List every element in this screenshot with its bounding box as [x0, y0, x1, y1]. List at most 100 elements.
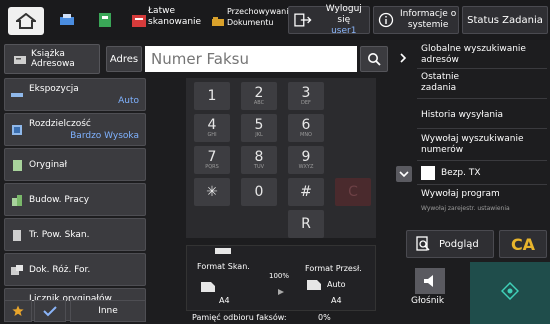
divider: [417, 128, 547, 129]
scan-paper-icon: [201, 282, 215, 292]
clear-key-label: C: [348, 183, 358, 200]
easy-scan-label[interactable]: Łatwe skanowanie: [148, 6, 201, 28]
send-size-value: A4: [331, 296, 342, 305]
confirm-button[interactable]: [34, 300, 66, 322]
mixed-size-label: Dok. Róż. For.: [29, 265, 91, 275]
key-3[interactable]: 3 DEF: [288, 82, 324, 110]
favorite-button[interactable]: [4, 300, 32, 322]
key-hash[interactable]: #: [288, 178, 324, 206]
document-store-label[interactable]: Przechowywanie Dokumentu: [227, 6, 293, 28]
search-button[interactable]: [360, 46, 388, 72]
exposure-value: Auto: [118, 96, 139, 106]
secure-tx-toggle[interactable]: Bezp. TX: [421, 166, 481, 180]
other-button[interactable]: Inne: [70, 300, 146, 322]
resolution-button[interactable]: Rozdzielczość Bardzo Wysoka: [4, 113, 146, 146]
slow-scan-button[interactable]: Tr. Pow. Skan.: [4, 218, 146, 251]
address-book-icon: [14, 56, 26, 64]
key-3-label: 3: [301, 84, 311, 101]
secure-tx-label: Bezp. TX: [441, 167, 481, 178]
key-1[interactable]: 1: [194, 82, 230, 110]
clear-key[interactable]: C: [335, 178, 371, 206]
divider: [417, 68, 547, 69]
ratio-value: 100%: [269, 272, 290, 280]
key-8-label: 8: [254, 148, 264, 165]
key-r-label: R: [301, 215, 311, 232]
secure-tx-checkbox[interactable]: [421, 166, 435, 180]
key-4-sub: GHI: [207, 131, 217, 138]
key-2[interactable]: 2 ABC: [241, 82, 277, 110]
home-icon: [16, 13, 36, 29]
recent-jobs[interactable]: Ostatnie zadania: [421, 72, 459, 94]
resolution-icon: [12, 125, 22, 135]
system-info-label: Informacje o systemie: [400, 9, 457, 30]
global-address-search[interactable]: Globalne wyszukiwanie adresów: [421, 44, 526, 66]
address-book-button[interactable]: Książka Adresowa: [4, 44, 100, 74]
original-button[interactable]: Oryginał: [4, 148, 146, 181]
send-paper-icon: [307, 280, 321, 290]
exposure-label: Ekspozycja: [29, 84, 79, 94]
key-7[interactable]: 7 PQRS: [194, 146, 230, 174]
scroll-down-button[interactable]: [396, 166, 412, 182]
key-r[interactable]: R: [288, 210, 324, 238]
expand-arrow-button[interactable]: [394, 48, 412, 68]
scan-size-value: A4: [219, 296, 230, 305]
key-8[interactable]: 8 TUV: [241, 146, 277, 174]
star-icon: [12, 305, 24, 316]
preview-label: Podgląd: [439, 238, 479, 250]
checkmark-icon: [43, 306, 57, 317]
mixed-size-button[interactable]: Dok. Róż. For.: [4, 253, 146, 286]
logout-button[interactable]: Wyloguj się user1: [288, 3, 370, 36]
key-6-sub: MNO: [300, 131, 312, 138]
start-button[interactable]: [470, 262, 550, 324]
memory-label: Pamięć odbioru faksów:: [192, 313, 287, 322]
memory-percent: 0%: [318, 313, 331, 322]
exposure-icon: [11, 93, 23, 97]
easy-scan-icon[interactable]: [130, 9, 148, 31]
send-history[interactable]: Historia wysyłania: [421, 110, 503, 121]
key-9-label: 9: [301, 148, 311, 165]
copy-mode-icon[interactable]: [94, 9, 116, 31]
info-icon: [378, 12, 394, 28]
logout-icon: [294, 13, 312, 27]
call-program-sub: Wywołaj zarejestr. ustawienia: [421, 205, 510, 212]
divider: [417, 160, 547, 161]
key-5[interactable]: 5 JKL: [241, 114, 277, 142]
key-9[interactable]: 9 WXYZ: [288, 146, 324, 174]
key-7-sub: PQRS: [205, 163, 219, 170]
original-icon: [13, 160, 22, 171]
document-store-icon[interactable]: [210, 9, 226, 31]
key-5-sub: JKL: [255, 131, 263, 138]
exposure-button[interactable]: Ekspozycja Auto: [4, 78, 146, 111]
numeric-keypad: 1 2 ABC 3 DEF 4 GHI 5 JKL 6 MNO 7 PQRS 8 TUV 9W…: [186, 78, 376, 238]
job-build-button[interactable]: Budow. Pracy: [4, 183, 146, 216]
call-number-search[interactable]: Wywołaj wyszukiwanie numerów: [421, 134, 524, 156]
key-9-sub: WXYZ: [298, 163, 314, 170]
key-0-label: 0: [254, 183, 264, 200]
key-4[interactable]: 4 GHI: [194, 114, 230, 142]
divider: [417, 98, 547, 99]
speaker-icon-box: [415, 268, 445, 294]
scan-size-label: Format Skan.: [197, 262, 250, 271]
key-6[interactable]: 6 MNO: [288, 114, 324, 142]
job-build-label: Budow. Pracy: [29, 195, 90, 205]
key-star-label: ✳: [206, 183, 218, 200]
preview-button[interactable]: Podgląd: [406, 230, 494, 258]
key-0[interactable]: 0: [241, 178, 277, 206]
logout-label: Wyloguj się: [325, 3, 362, 25]
mixed-size-icon: [11, 265, 23, 275]
speaker-button[interactable]: Głośnik: [411, 268, 451, 306]
home-button[interactable]: [8, 7, 44, 35]
clear-all-button[interactable]: CA: [499, 230, 547, 258]
address-button[interactable]: Adres: [106, 46, 142, 72]
call-program[interactable]: Wywołaj program: [421, 189, 500, 200]
resolution-label: Rozdzielczość: [29, 119, 91, 129]
system-info-button[interactable]: Informacje o systemie: [373, 6, 459, 34]
job-status-button[interactable]: Status Zadania: [462, 6, 548, 34]
top-bar: Łatwe skanowanie Przechowywanie Dokument…: [0, 0, 550, 40]
key-star[interactable]: ✳: [194, 178, 230, 206]
fax-mode-icon[interactable]: [56, 9, 78, 31]
format-panel[interactable]: Format Skan. A4 100% Format Przesł. Auto…: [186, 245, 376, 311]
arrow-right-icon: [278, 289, 284, 295]
fax-number-input[interactable]: [145, 46, 357, 72]
key-1-label: 1: [207, 87, 217, 104]
